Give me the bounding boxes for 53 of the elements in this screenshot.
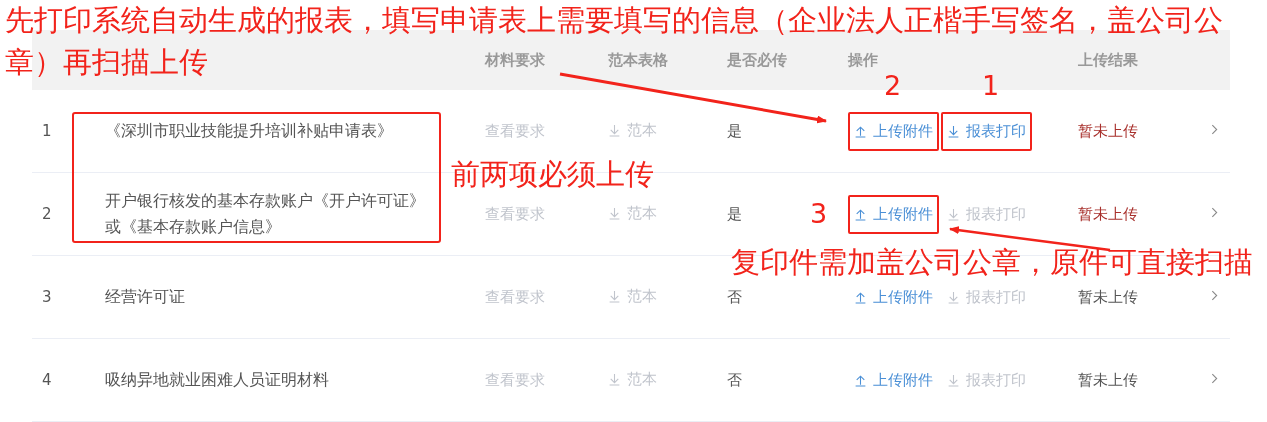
material-name: 开户银行核发的基本存款账户《开户许可证》或《基本存款账户信息》 xyxy=(105,190,426,238)
required-value: 是 xyxy=(727,121,742,140)
column-header: 上传结果 xyxy=(1078,50,1138,69)
upload-attachment-button[interactable]: 上传附件 xyxy=(848,277,939,317)
annotation-text: 前两项必须上传 xyxy=(451,158,654,192)
row-number: 2 xyxy=(42,205,52,223)
sample-download-link[interactable]: 范本 xyxy=(608,121,657,140)
upload-attachment-button[interactable]: 上传附件 xyxy=(848,111,939,151)
required-value: 否 xyxy=(727,287,742,306)
annotation-number: 1 xyxy=(982,70,1000,102)
column-header: 范本表格 xyxy=(608,50,668,69)
upload-icon xyxy=(854,373,867,387)
annotation-text: 复印件需加盖公司公章，原件可直接扫描 xyxy=(731,246,1253,280)
column-header: 是否必传 xyxy=(727,50,787,69)
required-value: 否 xyxy=(727,370,742,389)
download-icon xyxy=(608,373,621,386)
download-icon xyxy=(608,124,621,137)
download-icon xyxy=(947,373,960,387)
download-icon xyxy=(947,124,960,138)
upload-status: 暂未上传 xyxy=(1078,370,1138,389)
download-icon xyxy=(608,207,621,220)
column-header: 操作 xyxy=(848,50,878,69)
view-requirements-link[interactable]: 查看要求 xyxy=(485,370,545,389)
print-report-button[interactable]: 报表打印 xyxy=(941,111,1032,151)
download-icon xyxy=(947,207,960,221)
upload-icon xyxy=(854,290,867,304)
column-header: 材料要求 xyxy=(485,50,545,69)
material-name: 吸纳异地就业困难人员证明材料 xyxy=(105,369,329,391)
upload-attachment-button[interactable]: 上传附件 xyxy=(848,360,939,400)
required-value: 是 xyxy=(727,204,742,223)
upload-status: 暂未上传 xyxy=(1078,121,1138,140)
sample-download-link[interactable]: 范本 xyxy=(608,287,657,306)
annotation-text: 章）再扫描上传 xyxy=(5,46,208,80)
annotation-number: 2 xyxy=(884,70,902,102)
material-name: 经营许可证 xyxy=(105,286,185,308)
view-requirements-link[interactable]: 查看要求 xyxy=(485,204,545,223)
material-name: 《深圳市职业技能提升培训补贴申请表》 xyxy=(105,120,393,142)
download-icon xyxy=(947,290,960,304)
upload-icon xyxy=(854,207,867,221)
upload-status: 暂未上传 xyxy=(1078,287,1138,306)
download-icon xyxy=(608,290,621,303)
sample-download-link[interactable]: 范本 xyxy=(608,370,657,389)
row-number: 1 xyxy=(42,122,52,140)
upload-attachment-button[interactable]: 上传附件 xyxy=(848,194,939,234)
view-requirements-link[interactable]: 查看要求 xyxy=(485,287,545,306)
sample-download-link[interactable]: 范本 xyxy=(608,204,657,223)
view-requirements-link[interactable]: 查看要求 xyxy=(485,121,545,140)
row-number: 3 xyxy=(42,288,52,306)
upload-status: 暂未上传 xyxy=(1078,204,1138,223)
row-number: 4 xyxy=(42,371,52,389)
upload-icon xyxy=(854,124,867,138)
annotation-number: 3 xyxy=(810,198,828,230)
annotation-text: 先打印系统自动生成的报表，填写申请表上需要填写的信息（企业法人正楷手写签名，盖公司公 xyxy=(5,4,1223,38)
